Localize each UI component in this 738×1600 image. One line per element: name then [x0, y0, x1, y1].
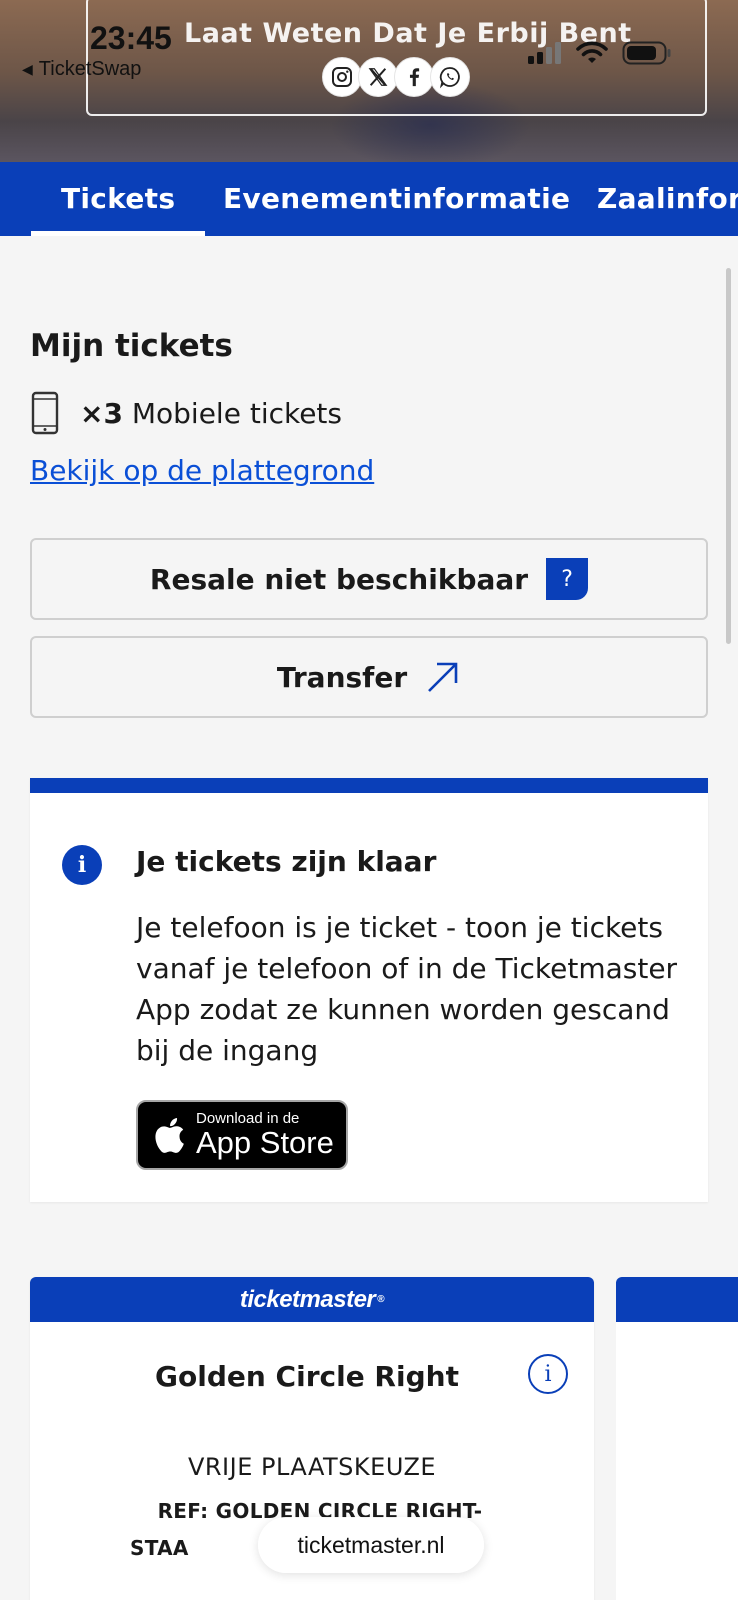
battery-icon [622, 41, 671, 65]
browser-url-bar[interactable]: ticketmaster.nl [258, 1517, 484, 1573]
transfer-button[interactable]: Transfer [30, 636, 708, 718]
registered-mark-icon: ® [377, 1294, 385, 1305]
x-icon[interactable] [358, 57, 398, 97]
back-to-app-button[interactable]: ◀ TicketSwap [22, 58, 141, 81]
apple-icon [155, 1118, 184, 1153]
status-time: 23:45 [90, 20, 172, 56]
signal-icon [528, 42, 561, 64]
event-hero: 23:45 ◀ TicketSwap Laat Weten Dat Je Erb… [0, 0, 738, 162]
scrollbar[interactable] [726, 268, 731, 644]
transfer-button-label: Transfer [276, 660, 408, 694]
tickets-ready-body: Je telefoon is je ticket - toon je ticke… [136, 911, 678, 1067]
back-app-label: TicketSwap [38, 58, 142, 80]
view-seat-map-link[interactable]: Bekijk op de plattegrond [30, 454, 374, 487]
ticket-type-label: Mobiele tickets [131, 396, 342, 430]
back-arrow-icon: ◀ [22, 61, 33, 77]
next-ticket-header [616, 1277, 738, 1322]
whatsapp-icon[interactable] [430, 57, 470, 97]
external-arrow-icon [428, 662, 458, 692]
ticket-count-row: ×3 Mobiele tickets [30, 390, 342, 436]
resale-button-label: Resale niet beschikbaar [149, 562, 529, 596]
info-icon: i [62, 845, 102, 885]
ticket-count: ×3 [80, 396, 123, 430]
app-store-button[interactable]: Download in de App Store [136, 1100, 348, 1170]
ticket-brand-header: ticketmaster ® [30, 1277, 594, 1322]
mobile-phone-icon [31, 391, 59, 435]
ticket-info-icon[interactable]: i [528, 1354, 568, 1394]
ticket-section-name: Golden Circle Right [155, 1360, 459, 1393]
resale-button[interactable]: Resale niet beschikbaar ? [30, 538, 708, 620]
instagram-icon[interactable] [322, 57, 362, 97]
my-tickets-title: Mijn tickets [30, 328, 233, 364]
tab-tickets[interactable]: Tickets [30, 162, 206, 236]
resale-help-icon[interactable]: ? [546, 558, 589, 600]
wifi-icon [576, 41, 608, 63]
tab-venue-info[interactable]: Zaalinforr [597, 162, 738, 236]
tickets-ready-card: i Je tickets zijn klaar Je telefoon is j… [30, 778, 708, 1202]
social-share-row [322, 57, 470, 101]
status-icons [528, 40, 672, 66]
facebook-icon[interactable] [394, 57, 434, 97]
tab-event-info[interactable]: Evenementinformatie [223, 162, 570, 236]
event-tabs: Tickets Evenementinformatie Zaalinforr [0, 162, 738, 236]
ticketmaster-logo: ticketmaster [239, 1285, 376, 1313]
next-ticket-card[interactable] [616, 1277, 738, 1600]
app-store-big-text: App Store [196, 1125, 334, 1160]
ticket-seat-type: VRIJE PLAATSKEUZE [187, 1453, 437, 1481]
tickets-ready-title: Je tickets zijn klaar [136, 845, 437, 878]
